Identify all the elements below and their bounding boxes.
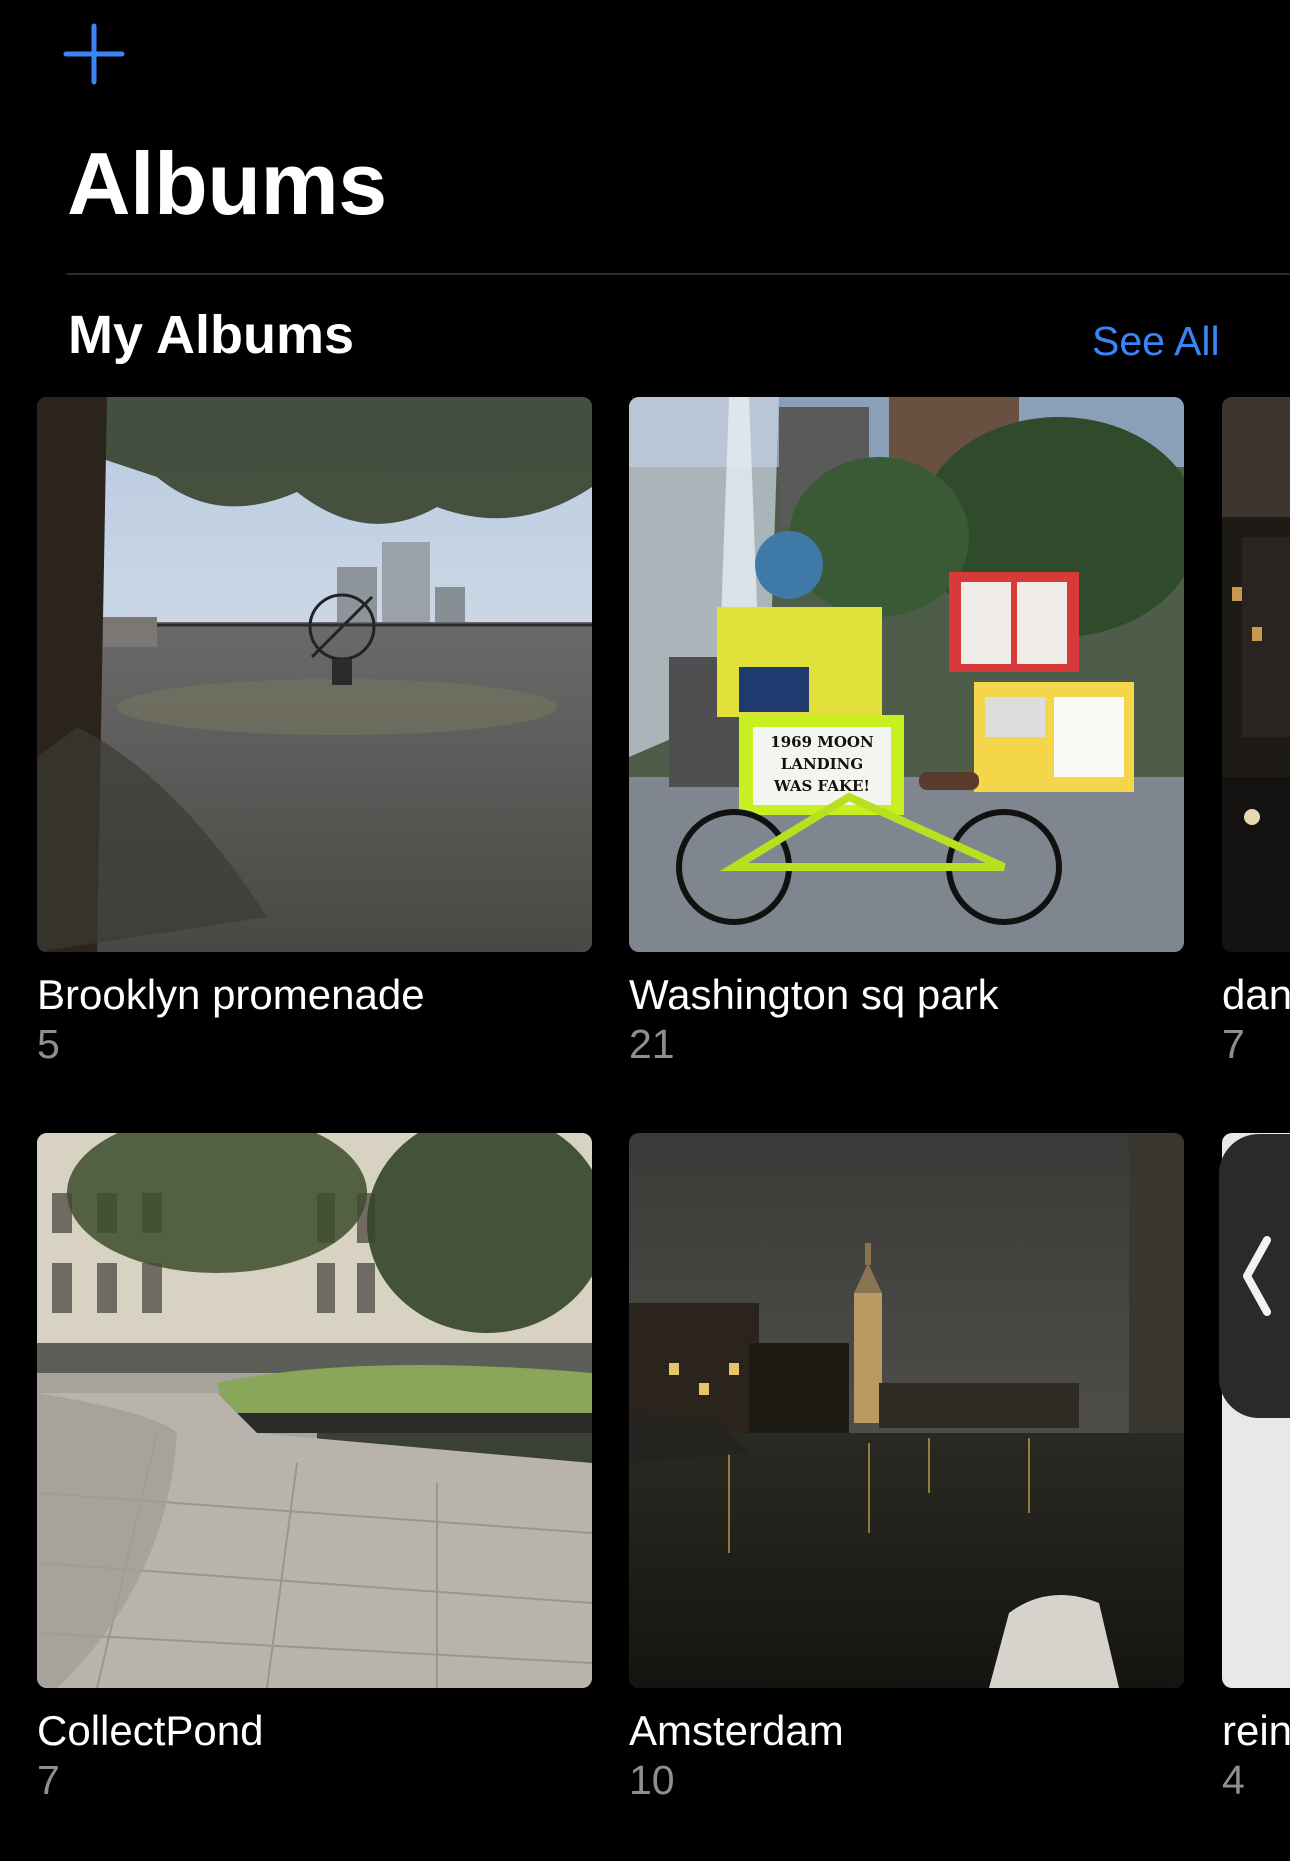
moon-sign-line-2: LANDING [781,755,863,773]
promenade-photo [37,397,592,952]
album-name: dan [1222,971,1290,1018]
album-thumbnail[interactable] [37,1133,592,1688]
album-card[interactable]: dan 7 [1222,397,1290,1067]
moon-sign-line-1: 1969 MOON [770,733,874,751]
album-count: 10 [629,1757,675,1804]
header-divider [67,273,1290,275]
section-title-my-albums: My Albums [68,305,355,365]
see-all-button[interactable]: See All [1092,318,1220,365]
album-thumbnail[interactable] [37,397,592,952]
pond-photo [37,1133,592,1688]
album-thumbnail[interactable]: 1969 MOON LANDING WAS FAKE! [629,397,1184,952]
albums-screen: Albums My Albums See All Brooklyn promen… [0,0,1290,1861]
amsterdam-photo [629,1133,1184,1688]
album-card[interactable]: CollectPond 7 [37,1133,592,1803]
album-name: rein [1222,1707,1290,1754]
chevron-left-icon [1243,1236,1271,1316]
page-title: Albums [67,134,387,233]
album-thumbnail[interactable] [629,1133,1184,1688]
park-photo: 1969 MOON LANDING WAS FAKE! [629,397,1184,952]
night-street-photo [1222,397,1290,952]
moon-sign-line-3: WAS FAKE! [773,777,870,795]
slide-over-handle[interactable] [1219,1134,1290,1418]
album-name: Washington sq park [629,971,999,1018]
add-album-button[interactable] [60,20,128,88]
album-count: 7 [37,1757,60,1804]
album-name: Amsterdam [629,1707,844,1754]
album-count: 21 [629,1021,675,1068]
album-thumbnail[interactable] [1222,397,1290,952]
album-name: Brooklyn promenade [37,971,425,1018]
album-card[interactable]: Amsterdam 10 [629,1133,1184,1803]
plus-icon [63,23,125,85]
album-count: 7 [1222,1021,1245,1068]
album-card[interactable]: 1969 MOON LANDING WAS FAKE! Washington s… [629,397,1184,1067]
album-card[interactable]: Brooklyn promenade 5 [37,397,592,1067]
album-count: 4 [1222,1757,1245,1804]
album-name: CollectPond [37,1707,264,1754]
album-count: 5 [37,1021,60,1068]
